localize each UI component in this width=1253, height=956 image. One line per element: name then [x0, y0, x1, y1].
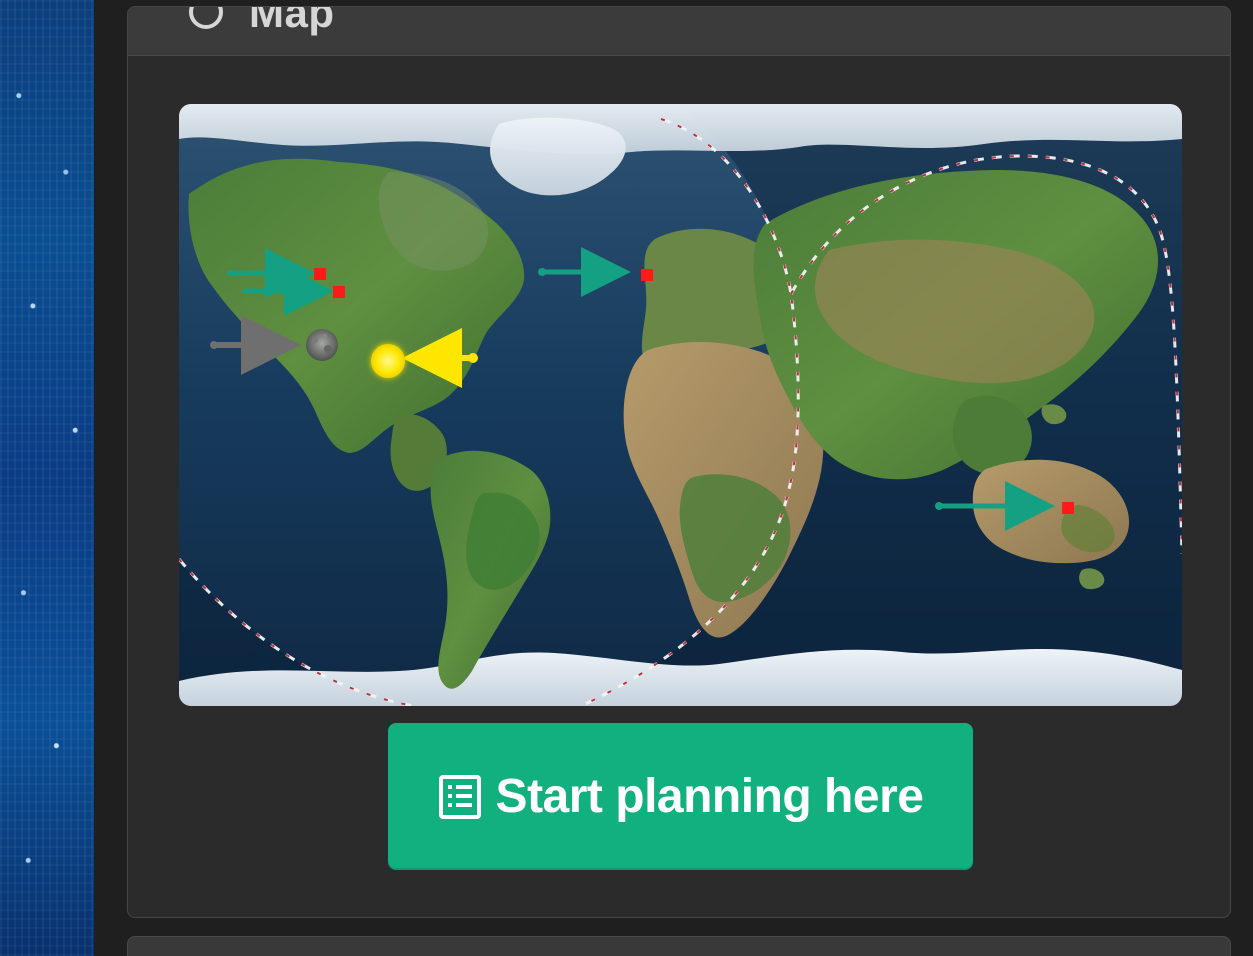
- moon-icon: [306, 329, 338, 361]
- western-europe-marker[interactable]: [641, 269, 653, 281]
- page-root: Map Start planning here: [0, 0, 1253, 956]
- sun-icon: [371, 344, 405, 378]
- australia-marker[interactable]: [1062, 502, 1074, 514]
- start-planning-button[interactable]: Start planning here: [388, 723, 973, 870]
- west-coast-marker-bottom[interactable]: [333, 286, 345, 298]
- start-planning-label: Start planning here: [495, 770, 924, 823]
- map-panel-header: Map: [128, 7, 1230, 56]
- map-panel: Map Start planning here: [127, 6, 1231, 918]
- map-overlays: [210, 247, 1074, 531]
- globe-icon: [189, 7, 223, 29]
- west-coast-marker-top[interactable]: [314, 268, 326, 280]
- next-panel-header: [127, 936, 1231, 956]
- list-icon: [438, 774, 481, 819]
- world-map[interactable]: [179, 104, 1182, 706]
- map-panel-title: Map: [249, 6, 335, 36]
- background-starfield: [0, 0, 94, 956]
